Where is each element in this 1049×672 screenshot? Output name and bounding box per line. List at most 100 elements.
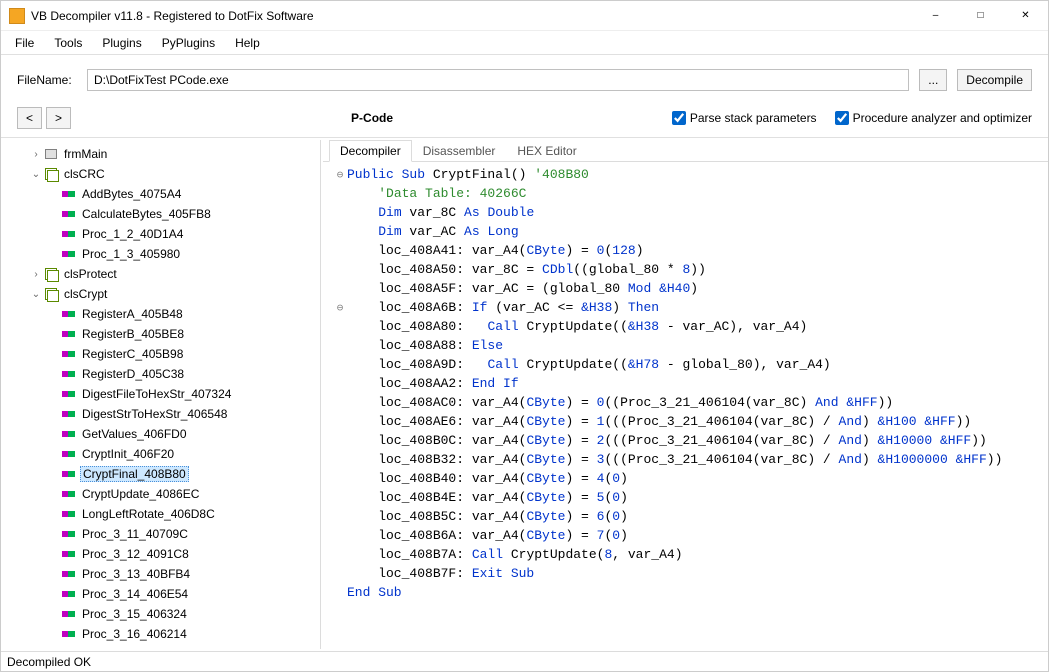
code-line: loc_408B7F: Exit Sub <box>333 565 1048 584</box>
tree-label: CryptUpdate_4086EC <box>80 487 201 501</box>
tree-node[interactable]: › clsProtect <box>5 264 318 284</box>
tree-label: Proc_3_13_40BFB4 <box>80 567 192 581</box>
tree-view[interactable]: ›frmMain⌄clsCRCAddBytes_4075A4CalculateB… <box>3 140 321 649</box>
class-icon <box>43 167 59 181</box>
code-line: loc_408A41: var_A4(CByte) = 0(128) <box>333 242 1048 261</box>
parse-stack-checkbox[interactable]: Parse stack parameters <box>672 111 817 125</box>
menubar: FileToolsPluginsPyPluginsHelp <box>1 31 1048 55</box>
tree-node[interactable]: Proc_3_11_40709C <box>5 524 318 544</box>
tree-node[interactable]: AddBytes_4075A4 <box>5 184 318 204</box>
tree-node[interactable]: RegisterC_405B98 <box>5 344 318 364</box>
main-area: ›frmMain⌄clsCRCAddBytes_4075A4CalculateB… <box>1 138 1048 651</box>
method-icon <box>61 627 77 641</box>
proc-optimizer-input[interactable] <box>835 111 849 125</box>
code-body[interactable]: ⊖Public Sub CryptFinal() '408B80 'Data T… <box>323 162 1048 651</box>
tree-node[interactable]: GetValues_406FD0 <box>5 424 318 444</box>
tree-node[interactable]: ⌄ clsCrypt <box>5 284 318 304</box>
gutter-spacer <box>333 358 347 375</box>
tree-label: Proc_3_11_40709C <box>80 527 190 541</box>
menu-pyplugins[interactable]: PyPlugins <box>154 33 223 53</box>
expand-icon[interactable]: › <box>29 269 43 280</box>
minimize-button[interactable]: – <box>913 1 958 31</box>
tree-label: GetValues_406FD0 <box>80 427 189 441</box>
tree-node[interactable]: CryptUpdate_4086EC <box>5 484 318 504</box>
gutter-spacer <box>333 396 347 413</box>
collapse-icon[interactable]: ⌄ <box>29 169 43 180</box>
code-line: loc_408AE6: var_A4(CByte) = 1(((Proc_3_2… <box>333 413 1048 432</box>
tree-node[interactable]: Proc_3_13_40BFB4 <box>5 564 318 584</box>
method-icon <box>61 327 77 341</box>
code-line: loc_408A88: Else <box>333 337 1048 356</box>
close-button[interactable]: ✕ <box>1003 1 1048 31</box>
method-icon <box>61 407 77 421</box>
method-icon <box>61 227 77 241</box>
gutter-spacer <box>333 320 347 337</box>
gutter-spacer <box>333 548 347 565</box>
code-line: loc_408B6A: var_A4(CByte) = 7(0) <box>333 527 1048 546</box>
tree-node[interactable]: RegisterA_405B48 <box>5 304 318 324</box>
tree-node[interactable]: CalculateBytes_405FB8 <box>5 204 318 224</box>
tree-node[interactable]: Proc_1_2_40D1A4 <box>5 224 318 244</box>
tree-node[interactable]: Proc_3_16_406214 <box>5 624 318 644</box>
gutter-spacer <box>333 206 347 223</box>
tree-node[interactable]: RegisterD_405C38 <box>5 364 318 384</box>
method-icon <box>61 307 77 321</box>
browse-button[interactable]: ... <box>919 69 947 91</box>
tree-label: Proc_1_3_405980 <box>80 247 182 261</box>
method-icon <box>61 587 77 601</box>
menu-plugins[interactable]: Plugins <box>94 33 149 53</box>
parse-stack-input[interactable] <box>672 111 686 125</box>
statusbar: Decompiled OK <box>1 651 1048 671</box>
tree-label: RegisterC_405B98 <box>80 347 185 361</box>
tree-label: clsProtect <box>62 267 119 281</box>
menu-file[interactable]: File <box>7 33 42 53</box>
code-line: loc_408B5C: var_A4(CByte) = 6(0) <box>333 508 1048 527</box>
proc-optimizer-checkbox[interactable]: Procedure analyzer and optimizer <box>835 111 1032 125</box>
tree-node[interactable]: Proc_1_3_405980 <box>5 244 318 264</box>
tree-label: Proc_3_12_4091C8 <box>80 547 191 561</box>
tree-node[interactable]: Proc_3_12_4091C8 <box>5 544 318 564</box>
gutter-spacer <box>333 263 347 280</box>
code-line: loc_408B7A: Call CryptUpdate(8, var_A4) <box>333 546 1048 565</box>
tab-hex-editor[interactable]: HEX Editor <box>506 140 587 161</box>
method-icon <box>61 467 77 481</box>
expand-icon[interactable]: › <box>29 149 43 160</box>
tree-node[interactable]: RegisterB_405BE8 <box>5 324 318 344</box>
tree-node[interactable]: ⌄clsCRC <box>5 164 318 184</box>
collapse-icon[interactable]: ⌄ <box>29 289 43 300</box>
tree-node[interactable]: Proc_3_14_406E54 <box>5 584 318 604</box>
tree-node[interactable]: CryptInit_406F20 <box>5 444 318 464</box>
menu-tools[interactable]: Tools <box>46 33 90 53</box>
decompile-button[interactable]: Decompile <box>957 69 1032 91</box>
method-icon <box>61 447 77 461</box>
form-icon <box>43 147 59 161</box>
code-line: loc_408A80: Call CryptUpdate((&H38 - var… <box>333 318 1048 337</box>
tree-label: clsCrypt <box>62 287 109 301</box>
tab-decompiler[interactable]: Decompiler <box>329 140 412 162</box>
class-icon <box>43 287 59 301</box>
tree-label: RegisterD_405C38 <box>80 367 186 381</box>
code-line: loc_408B40: var_A4(CByte) = 4(0) <box>333 470 1048 489</box>
method-icon <box>61 347 77 361</box>
code-line: loc_408B4E: var_A4(CByte) = 5(0) <box>333 489 1048 508</box>
tab-disassembler[interactable]: Disassembler <box>412 140 507 161</box>
maximize-button[interactable]: □ <box>958 1 1003 31</box>
tree-node[interactable]: DigestStrToHexStr_406548 <box>5 404 318 424</box>
menu-help[interactable]: Help <box>227 33 268 53</box>
method-icon <box>61 247 77 261</box>
filename-input[interactable] <box>87 69 909 91</box>
tree-node[interactable]: Proc_3_15_406324 <box>5 604 318 624</box>
tree-node[interactable]: CryptFinal_408B80 <box>5 464 318 484</box>
nav-back-button[interactable]: < <box>17 107 42 129</box>
tree-node[interactable]: LongLeftRotate_406D8C <box>5 504 318 524</box>
method-icon <box>61 567 77 581</box>
tree-label: Proc_3_15_406324 <box>80 607 189 621</box>
nav-forward-button[interactable]: > <box>46 107 71 129</box>
code-line: Dim var_8C As Double <box>333 204 1048 223</box>
tree-label: LongLeftRotate_406D8C <box>80 507 217 521</box>
fold-icon[interactable]: ⊖ <box>333 168 347 185</box>
tree-node[interactable]: DigestFileToHexStr_407324 <box>5 384 318 404</box>
tree-node[interactable]: ›frmMain <box>5 144 318 164</box>
fold-icon[interactable]: ⊖ <box>333 301 347 318</box>
app-icon <box>9 8 25 24</box>
